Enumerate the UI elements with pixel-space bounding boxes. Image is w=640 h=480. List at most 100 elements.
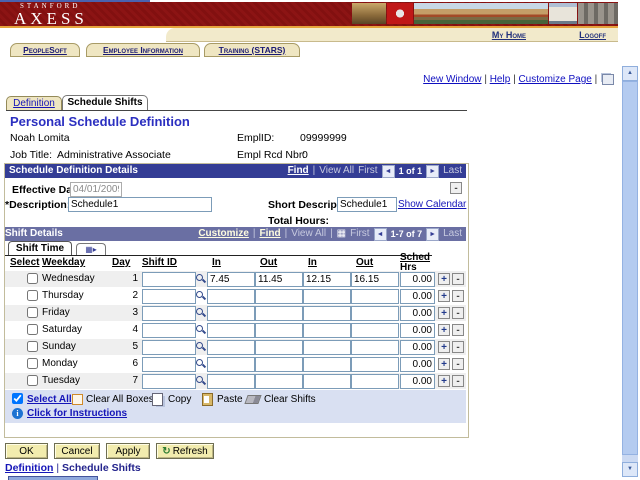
in1-input[interactable] xyxy=(207,374,255,389)
in1-input[interactable] xyxy=(207,306,255,321)
my-home-link[interactable]: My Home xyxy=(492,30,526,40)
out2-input[interactable] xyxy=(351,340,399,355)
row-select-checkbox[interactable] xyxy=(27,341,38,352)
find-link[interactable]: Find xyxy=(260,227,281,241)
add-row-button[interactable]: + xyxy=(438,290,450,302)
col-header-in1[interactable]: In xyxy=(212,257,221,268)
col-header-in2[interactable]: In xyxy=(308,257,317,268)
delete-row-button[interactable]: - xyxy=(452,324,464,336)
nav-tab-peoplesoft[interactable]: PeopleSoft xyxy=(10,43,80,57)
customize-link[interactable]: Customize xyxy=(198,227,249,241)
clear-all-boxes-icon[interactable] xyxy=(72,394,83,405)
shift-id-input[interactable] xyxy=(142,289,196,304)
vertical-scrollbar[interactable]: ▲ ▼ xyxy=(622,66,638,477)
instructions-link[interactable]: Click for Instructions xyxy=(27,408,127,419)
out1-input[interactable] xyxy=(255,374,303,389)
out1-input[interactable] xyxy=(255,289,303,304)
in1-input[interactable] xyxy=(207,323,255,338)
out1-input[interactable] xyxy=(255,357,303,372)
copy-label[interactable]: Copy xyxy=(168,394,191,405)
customize-page-link[interactable]: Customize Page xyxy=(518,74,591,85)
download-grid-icon[interactable]: ▦ xyxy=(337,227,346,241)
copy-icon[interactable] xyxy=(152,393,163,406)
nav-tab-employee-information[interactable]: Employee Information xyxy=(86,43,200,57)
in2-input[interactable] xyxy=(303,340,351,355)
paste-label[interactable]: Paste xyxy=(217,394,243,405)
tab-schedule-shifts[interactable]: Schedule Shifts xyxy=(62,95,148,110)
view-all-link[interactable]: View All xyxy=(291,227,326,241)
select-all-link[interactable]: Select All xyxy=(27,394,72,405)
cancel-button[interactable]: Cancel xyxy=(54,443,100,459)
out2-input[interactable] xyxy=(351,272,399,287)
clear-shifts-label[interactable]: Clear Shifts xyxy=(264,394,316,405)
row-select-checkbox[interactable] xyxy=(27,290,38,301)
lookup-icon[interactable] xyxy=(195,324,206,335)
col-header-weekday[interactable]: Weekday xyxy=(42,257,85,268)
out1-input[interactable] xyxy=(255,306,303,321)
prev-row-icon[interactable]: ◄ xyxy=(381,164,395,178)
scrollbar-thumb[interactable] xyxy=(622,81,638,455)
add-row-button[interactable]: + xyxy=(438,358,450,370)
delete-row-button[interactable]: - xyxy=(452,307,464,319)
in2-input[interactable] xyxy=(303,374,351,389)
shift-id-input[interactable] xyxy=(142,357,196,372)
delete-row-button[interactable]: - xyxy=(452,375,464,387)
apply-button[interactable]: Apply xyxy=(106,443,150,459)
delete-row-button[interactable]: - xyxy=(452,358,464,370)
row-select-checkbox[interactable] xyxy=(27,307,38,318)
shift-id-input[interactable] xyxy=(142,340,196,355)
eraser-icon[interactable] xyxy=(244,395,262,404)
clear-all-boxes-label[interactable]: Clear All Boxes xyxy=(86,394,154,405)
new-window-link[interactable]: New Window xyxy=(423,74,481,85)
row-select-checkbox[interactable] xyxy=(27,375,38,386)
lookup-icon[interactable] xyxy=(195,290,206,301)
prev-rows-icon[interactable]: ◄ xyxy=(373,227,387,241)
out2-input[interactable] xyxy=(351,306,399,321)
in1-input[interactable] xyxy=(207,272,255,287)
col-header-out2[interactable]: Out xyxy=(356,257,373,268)
in1-input[interactable] xyxy=(207,357,255,372)
in2-input[interactable] xyxy=(303,323,351,338)
copy-url-icon[interactable] xyxy=(602,74,614,85)
in2-input[interactable] xyxy=(303,357,351,372)
out2-input[interactable] xyxy=(351,289,399,304)
add-row-button[interactable]: + xyxy=(438,307,450,319)
add-row-button[interactable]: + xyxy=(438,273,450,285)
in2-input[interactable] xyxy=(303,272,351,287)
in1-input[interactable] xyxy=(207,340,255,355)
out2-input[interactable] xyxy=(351,323,399,338)
delete-effective-row-button[interactable]: - xyxy=(450,182,462,194)
out2-input[interactable] xyxy=(351,374,399,389)
row-select-checkbox[interactable] xyxy=(27,324,38,335)
shift-id-input[interactable] xyxy=(142,272,196,287)
tab-shift-time[interactable]: Shift Time xyxy=(8,241,72,256)
out1-input[interactable] xyxy=(255,340,303,355)
col-header-select[interactable]: Select xyxy=(10,257,39,268)
add-row-button[interactable]: + xyxy=(438,341,450,353)
delete-row-button[interactable]: - xyxy=(452,273,464,285)
short-description-input[interactable] xyxy=(337,197,397,212)
col-header-shift-id[interactable]: Shift ID xyxy=(142,257,177,268)
logoff-link[interactable]: Logoff xyxy=(579,30,606,40)
shift-id-input[interactable] xyxy=(142,306,196,321)
help-link[interactable]: Help xyxy=(490,74,511,85)
lookup-icon[interactable] xyxy=(195,307,206,318)
row-select-checkbox[interactable] xyxy=(27,273,38,284)
refresh-button[interactable]: ↻ Refresh xyxy=(156,443,214,459)
delete-row-button[interactable]: - xyxy=(452,341,464,353)
in2-input[interactable] xyxy=(303,289,351,304)
lookup-icon[interactable] xyxy=(195,341,206,352)
lookup-icon[interactable] xyxy=(195,273,206,284)
description-input[interactable] xyxy=(68,197,212,212)
paste-icon[interactable] xyxy=(202,393,213,406)
out1-input[interactable] xyxy=(255,323,303,338)
add-row-button[interactable]: + xyxy=(438,324,450,336)
view-all-link[interactable]: View All xyxy=(319,164,354,178)
ok-button[interactable]: OK xyxy=(5,443,48,459)
effective-date-input[interactable] xyxy=(70,182,122,197)
nav-tab-training-stars[interactable]: Training (STARS) xyxy=(204,43,300,57)
in2-input[interactable] xyxy=(303,306,351,321)
tab-definition[interactable]: Definition xyxy=(6,96,62,110)
shift-id-input[interactable] xyxy=(142,323,196,338)
col-header-day[interactable]: Day xyxy=(112,257,130,268)
